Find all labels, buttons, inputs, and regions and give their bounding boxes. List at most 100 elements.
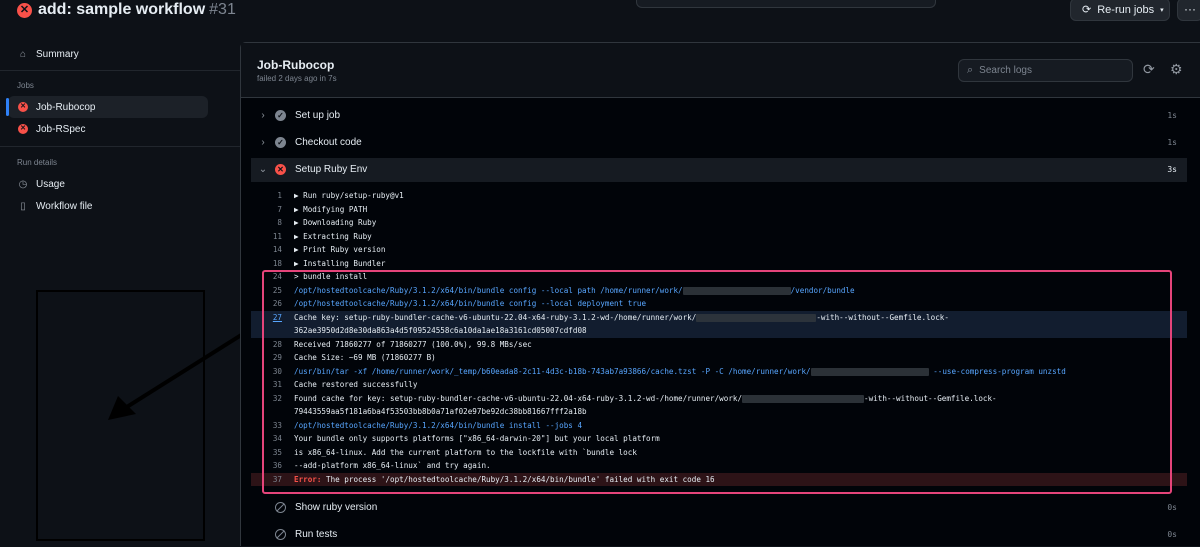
log-text: Found cache for key: setup-ruby-bundler-… — [294, 393, 743, 403]
log-line-number[interactable]: 8 — [251, 216, 282, 230]
log-line-text: ▶ Installing Bundler — [294, 257, 385, 271]
more-options-label: ··· — [1184, 2, 1196, 16]
log-text: Cache restored successfully — [294, 380, 418, 389]
redacted-text — [696, 313, 817, 322]
refresh-icon[interactable]: ⟳ — [1143, 61, 1155, 78]
more-options-button[interactable]: ··· — [1177, 0, 1200, 21]
file-icon: ▯ — [20, 200, 26, 212]
log-line-text: Your bundle only supports platforms ["x8… — [294, 432, 660, 446]
log-text: 362ae3950d2d8e30da863a4d5f09524558c6a10d… — [294, 326, 587, 335]
log-line: 31 Cache restored successfully — [251, 378, 1187, 392]
log-line: 14 ▶ Print Ruby version — [251, 243, 1187, 257]
log-line-number[interactable]: 7 — [251, 203, 282, 217]
log-line-number[interactable]: 37 — [251, 473, 282, 487]
chevron-down-icon: ⌄ — [258, 164, 268, 175]
log-line-number[interactable]: 31 — [251, 378, 282, 392]
step-checkout-code[interactable]: › ✓ Checkout code 1s — [251, 131, 1187, 155]
log-line-text: Received 71860277 of 71860277 (100.0%), … — [294, 338, 532, 352]
sidebar-item-workflow-file[interactable]: ▯ Workflow file — [8, 195, 208, 217]
log-text: -with--without--Gemfile.lock- — [816, 312, 949, 322]
log-line-text: --add-platform x86_64-linux` and try aga… — [294, 459, 491, 473]
log-line-number[interactable]: 32 — [251, 392, 282, 406]
log-line: 36 --add-platform x86_64-linux` and try a… — [251, 459, 1187, 473]
step-name: Show ruby version — [295, 502, 378, 513]
skipped-icon — [275, 529, 286, 540]
chevron-right-icon: › — [261, 137, 265, 148]
log-line: 25/opt/hostedtoolcache/Ruby/3.1.2/x64/bi… — [251, 284, 1187, 298]
sidebar-item-summary[interactable]: ⌂ Summary — [8, 43, 208, 65]
log-line-number[interactable]: 29 — [251, 351, 282, 365]
log-line-text: ▶ Run ruby/setup-ruby@v1 — [294, 189, 404, 203]
log-line-number[interactable]: 34 — [251, 432, 282, 446]
log-line-text: ▶ Print Ruby version — [294, 243, 385, 257]
log-line: 27 Cache key: setup-ruby-bundler-cache-v6… — [251, 310, 1187, 325]
log-line-number[interactable]: 27 — [251, 311, 282, 325]
log-line-text: is x86_64-linux. Add the current platfor… — [294, 446, 637, 460]
log-line: 79443559aa5f181a6ba4f53503bb8b0a71af02e9… — [251, 405, 1187, 419]
log-line-text: 362ae3950d2d8e30da863a4d5f09524558c6a10d… — [294, 324, 587, 338]
log-text: /opt/hostedtoolcache/Ruby/3.1.2/x64/bin/… — [294, 285, 683, 295]
log-line-text: Cache key: setup-ruby-bundler-cache-v6-u… — [294, 311, 949, 325]
sidebar-item-job-rspec[interactable]: ✕ Job-RSpec — [8, 118, 208, 140]
log-line-number[interactable]: 36 — [251, 459, 282, 473]
gear-icon[interactable]: ⚙ — [1170, 61, 1183, 78]
check-icon: ✓ — [275, 110, 286, 121]
job-header: Job-Rubocop failed 2 days ago in 7s ⌕ Se… — [241, 43, 1200, 98]
search-icon: ⌕ — [967, 64, 974, 76]
annotation-box — [36, 290, 205, 541]
search-placeholder: Search logs — [979, 65, 1032, 76]
error-label: Error: — [294, 474, 322, 484]
log-line-number[interactable]: 25 — [251, 284, 282, 298]
log-line: 7 ▶ Modifying PATH — [251, 203, 1187, 217]
log-text: Cache key: setup-ruby-bundler-cache-v6-u… — [294, 312, 697, 322]
rerun-jobs-label: Re-run jobs — [1097, 3, 1155, 16]
run-title-text: add: sample workflow — [38, 1, 206, 18]
log-text: Cache Size: ~69 MB (71860277 B) — [294, 353, 436, 362]
log-text: ▶ Modifying PATH — [294, 204, 368, 214]
log-line-text: /opt/hostedtoolcache/Ruby/3.1.2/x64/bin/… — [294, 419, 582, 433]
sidebar-item-label: Usage — [36, 178, 65, 190]
log-line-number[interactable]: 18 — [251, 257, 282, 271]
header-panel — [636, 0, 936, 8]
log-line-number[interactable]: 1 — [251, 189, 282, 203]
log-line: 24 > bundle install — [251, 270, 1187, 284]
step-duration: 0s — [1167, 503, 1177, 512]
step-run-tests[interactable]: Run tests 0s — [251, 523, 1187, 547]
log-line-number[interactable]: 35 — [251, 446, 282, 460]
rerun-jobs-button[interactable]: ⟳ Re-run jobs ▾ — [1070, 0, 1170, 21]
log-line-text: Found cache for key: setup-ruby-bundler-… — [294, 392, 997, 406]
step-duration: 3s — [1167, 165, 1177, 174]
sidebar-item-job-rubocop[interactable]: ✕ Job-Rubocop — [6, 96, 208, 118]
sidebar-item-label: Job-RSpec — [36, 123, 86, 135]
log-line: 1 ▶ Run ruby/setup-ruby@v1 — [251, 189, 1187, 203]
log-text: > bundle install — [294, 272, 368, 281]
log-line-number[interactable]: 30 — [251, 365, 282, 379]
log-line: 362ae3950d2d8e30da863a4d5f09524558c6a10d… — [251, 324, 1187, 338]
step-name: Checkout code — [295, 137, 362, 148]
step-show-ruby-version[interactable]: Show ruby version 0s — [251, 496, 1187, 520]
caret-down-icon: ▾ — [1160, 6, 1164, 14]
job-subtitle: failed 2 days ago in 7s — [257, 74, 337, 83]
log-line: 26/opt/hostedtoolcache/Ruby/3.1.2/x64/bi… — [251, 297, 1187, 311]
log-text: -with--without--Gemfile.lock- — [864, 393, 997, 403]
log-text: /usr/bin/tar -xf /home/runner/work/_temp… — [294, 366, 811, 376]
log-line-text: ▶ Extracting Ruby — [294, 230, 372, 244]
log-text: ▶ Extracting Ruby — [294, 231, 372, 241]
log-line-number[interactable]: 11 — [251, 230, 282, 244]
sidebar-item-usage[interactable]: ◷ Usage — [8, 173, 208, 195]
log-line-number[interactable]: 28 — [251, 338, 282, 352]
log-line-number[interactable]: 26 — [251, 297, 282, 311]
log-line-number[interactable]: 33 — [251, 419, 282, 433]
job-log-panel: Job-Rubocop failed 2 days ago in 7s ⌕ Se… — [240, 42, 1200, 546]
search-logs-input[interactable]: ⌕ Search logs — [958, 59, 1133, 82]
log-text: Your bundle only supports platforms ["x8… — [294, 434, 660, 443]
skipped-icon — [275, 502, 286, 513]
log-line-text: Cache Size: ~69 MB (71860277 B) — [294, 351, 436, 365]
log-text: ▶ Run ruby/setup-ruby@v1 — [294, 191, 404, 200]
step-setup-ruby-env[interactable]: ⌄ ✕ Setup Ruby Env 3s — [251, 158, 1187, 182]
step-set-up-job[interactable]: › ✓ Set up job 1s — [251, 104, 1187, 128]
log-line-number[interactable]: 14 — [251, 243, 282, 257]
sidebar-item-label: Summary — [36, 48, 79, 60]
log-line-number[interactable]: 24 — [251, 270, 282, 284]
log-line: 11 ▶ Extracting Ruby — [251, 230, 1187, 244]
